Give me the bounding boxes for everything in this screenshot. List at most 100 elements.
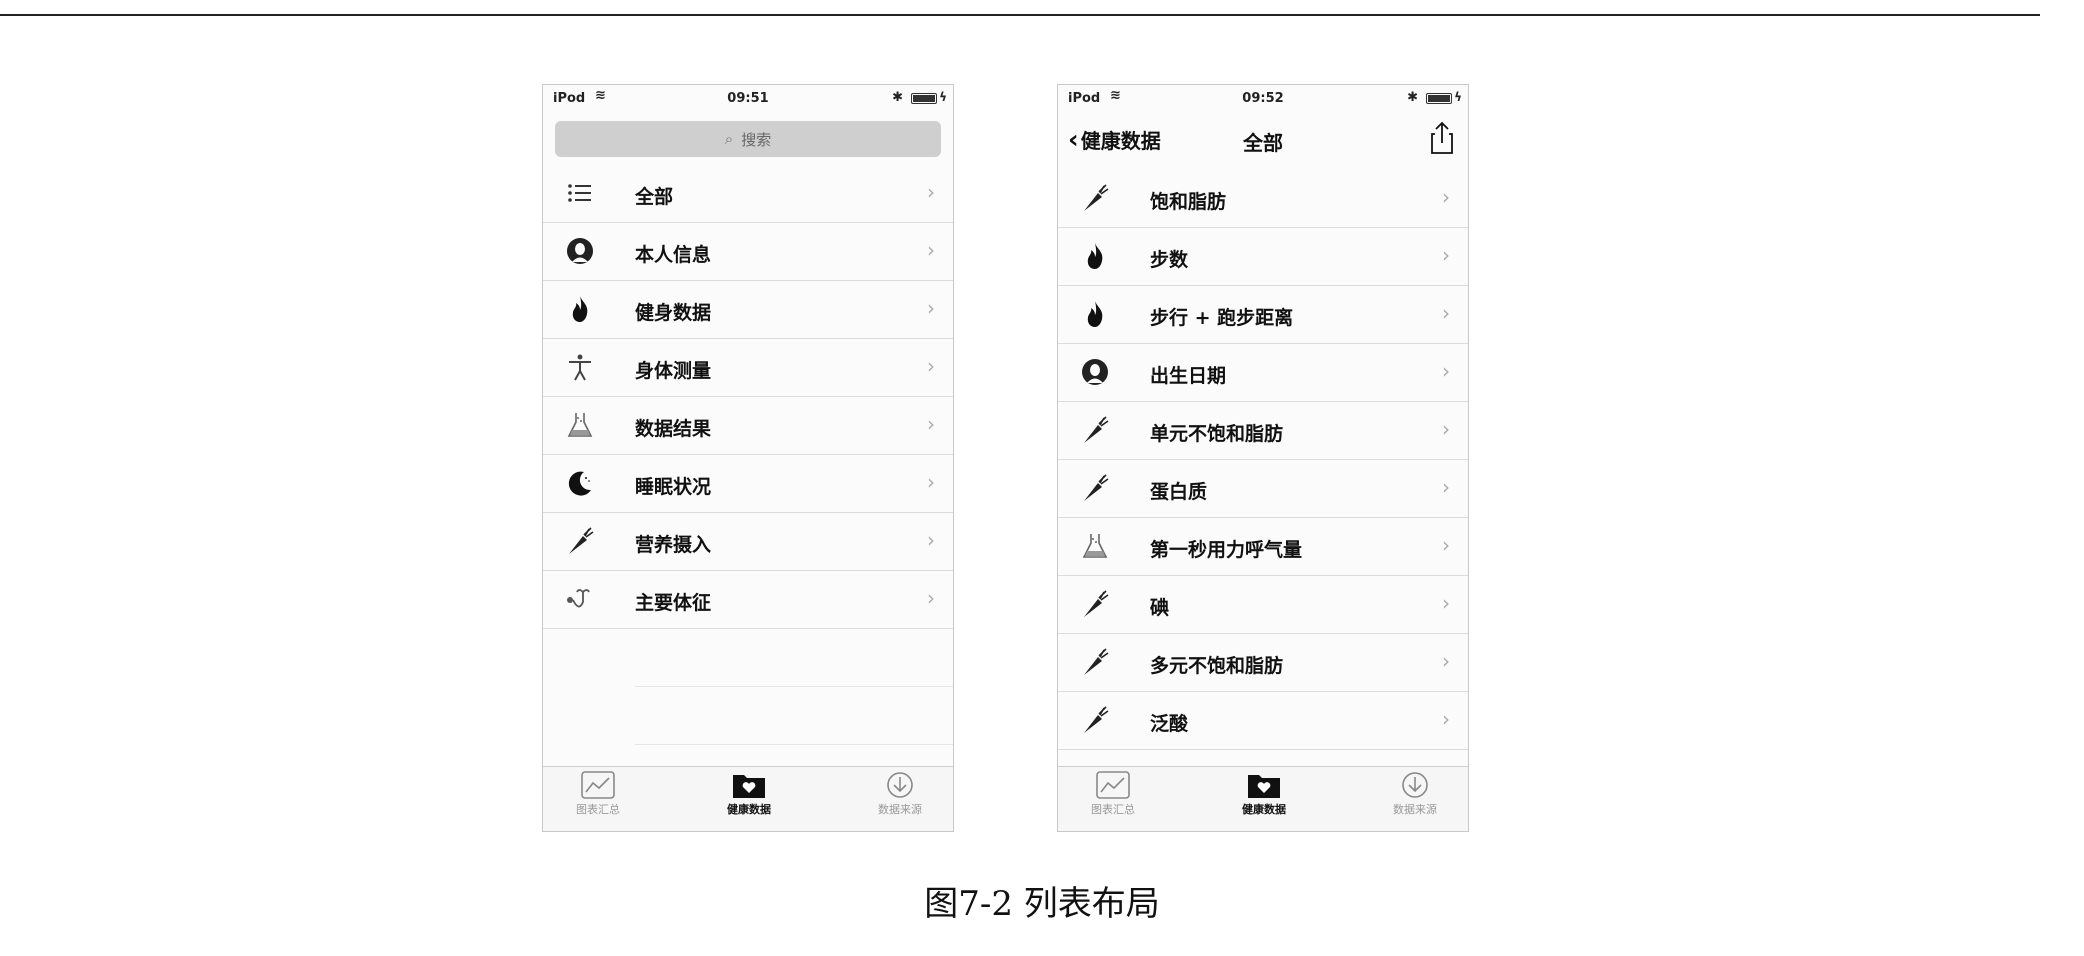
moon-icon <box>565 468 595 498</box>
tab-label: 健康数据 <box>727 803 771 816</box>
chevron-right-icon: › <box>1442 301 1450 325</box>
folder-heart-icon <box>694 771 804 799</box>
status-bar: iPod ≋ 09:51 ✱ ϟ <box>543 85 953 111</box>
list-item[interactable]: 第一秒用力呼气量 › <box>1058 518 1468 576</box>
tab-chart[interactable]: 图表汇总 <box>543 771 653 817</box>
list-item-label: 睡眠状况 <box>635 476 712 498</box>
download-icon <box>1360 771 1468 799</box>
chevron-right-icon: › <box>927 528 935 552</box>
chevron-right-icon: › <box>1442 475 1450 499</box>
tab-label: 图表汇总 <box>1091 803 1135 816</box>
page-top-rule <box>0 14 2040 16</box>
nav-title: 全部 <box>1243 131 1283 155</box>
charging-icon: ϟ <box>939 90 947 104</box>
share-icon[interactable] <box>1430 121 1454 155</box>
battery-icon <box>911 93 937 104</box>
chevron-right-icon: › <box>1442 707 1450 731</box>
tab-download[interactable]: 数据来源 <box>845 771 953 817</box>
bluetooth-icon: ✱ <box>892 90 903 105</box>
person-icon <box>1080 357 1110 387</box>
person-icon <box>565 236 595 266</box>
tab-bar: 图表汇总 健康数据 数据来源 <box>1058 766 1468 831</box>
search-placeholder: 搜索 <box>741 130 772 149</box>
data-type-list: 饱和脂肪 › 步数 › 步行 + 跑步距离 › 出生日期 › 单元不饱和脂肪 › 蛋白质 › 第一秒用力… <box>1058 170 1468 750</box>
status-bar: iPod ≋ 09:52 ✱ ϟ <box>1058 85 1468 111</box>
list-item[interactable]: 单元不饱和脂肪 › <box>1058 402 1468 460</box>
list-item-label: 营养摄入 <box>635 534 712 556</box>
search-icon: ⌕ <box>724 130 734 148</box>
tab-label: 健康数据 <box>1242 803 1286 816</box>
navigation-bar: ‹ 健康数据 全部 <box>1058 111 1468 167</box>
list-item[interactable]: 出生日期 › <box>1058 344 1468 402</box>
chevron-right-icon: › <box>1442 243 1450 267</box>
chevron-right-icon: › <box>1442 649 1450 673</box>
category-list: 全部 › 本人信息 › 健身数据 › 身体测量 › 数据结果 › 睡眠状况 › 营养摄入 › 主要体征 › <box>543 165 953 803</box>
empty-row-divider <box>635 629 953 687</box>
list-item-label: 主要体征 <box>635 592 712 614</box>
chevron-right-icon: › <box>927 470 935 494</box>
list-item[interactable]: 健身数据 › <box>543 281 953 339</box>
list-item-label: 单元不饱和脂肪 <box>1150 423 1284 445</box>
list-item[interactable]: 饱和脂肪 › <box>1058 170 1468 228</box>
flask-icon <box>1080 531 1110 561</box>
list-item-label: 饱和脂肪 <box>1150 191 1227 213</box>
list-item[interactable]: 步数 › <box>1058 228 1468 286</box>
search-bar[interactable]: ⌕ 搜索 <box>555 121 941 157</box>
list-item[interactable]: 碘 › <box>1058 576 1468 634</box>
carrot-icon <box>1080 473 1110 503</box>
list-item-label: 步数 <box>1150 249 1189 271</box>
tab-label: 数据来源 <box>1393 803 1437 816</box>
list-item-label: 本人信息 <box>635 244 712 266</box>
flame-icon <box>1080 299 1110 329</box>
tab-chart[interactable]: 图表汇总 <box>1058 771 1168 817</box>
flame-icon <box>565 294 595 324</box>
chevron-right-icon: › <box>927 354 935 378</box>
chevron-right-icon: › <box>927 586 935 610</box>
list-item[interactable]: 多元不饱和脂肪 › <box>1058 634 1468 692</box>
list-item[interactable]: 数据结果 › <box>543 397 953 455</box>
carrot-icon <box>1080 705 1110 735</box>
tab-bar: 图表汇总 健康数据 数据来源 <box>543 766 953 831</box>
empty-row-divider <box>635 687 953 745</box>
list-item[interactable]: 步行 + 跑步距离 › <box>1058 286 1468 344</box>
list-item[interactable]: 蛋白质 › <box>1058 460 1468 518</box>
right-phone-screen: iPod ≋ 09:52 ✱ ϟ ‹ 健康数据 全部 饱和脂肪 › 步数 › 步行 + … <box>1057 84 1469 832</box>
list-item-label: 出生日期 <box>1150 365 1227 387</box>
list-item-label: 多元不饱和脂肪 <box>1150 655 1284 677</box>
bluetooth-icon: ✱ <box>1407 90 1418 105</box>
list-item[interactable]: 全部 › <box>543 165 953 223</box>
carrot-icon <box>1080 647 1110 677</box>
list-icon <box>565 178 595 208</box>
list-item-label: 第一秒用力呼气量 <box>1150 539 1303 561</box>
chart-icon <box>543 771 653 799</box>
flame-icon <box>1080 241 1110 271</box>
chevron-right-icon: › <box>927 180 935 204</box>
flask-icon <box>565 410 595 440</box>
list-item-label: 健身数据 <box>635 302 712 324</box>
figure-caption: 图7-2 列表布局 <box>924 884 1160 924</box>
chevron-right-icon: › <box>1442 591 1450 615</box>
tab-download[interactable]: 数据来源 <box>1360 771 1468 817</box>
list-item[interactable]: 营养摄入 › <box>543 513 953 571</box>
list-item[interactable]: 本人信息 › <box>543 223 953 281</box>
list-item-label: 步行 + 跑步距离 <box>1150 307 1294 329</box>
download-icon <box>845 771 953 799</box>
tab-label: 数据来源 <box>878 803 922 816</box>
chevron-right-icon: › <box>927 296 935 320</box>
list-item-label: 身体测量 <box>635 360 712 382</box>
tab-label: 图表汇总 <box>576 803 620 816</box>
list-item-label: 数据结果 <box>635 418 712 440</box>
list-item[interactable]: 身体测量 › <box>543 339 953 397</box>
list-item[interactable]: 主要体征 › <box>543 571 953 629</box>
chevron-right-icon: › <box>1442 185 1450 209</box>
chevron-right-icon: › <box>927 238 935 262</box>
tab-folder-heart[interactable]: 健康数据 <box>694 771 804 817</box>
folder-heart-icon <box>1209 771 1319 799</box>
list-item[interactable]: 睡眠状况 › <box>543 455 953 513</box>
list-item[interactable]: 泛酸 › <box>1058 692 1468 750</box>
tab-folder-heart[interactable]: 健康数据 <box>1209 771 1319 817</box>
carrot-icon <box>1080 415 1110 445</box>
carrot-icon <box>1080 589 1110 619</box>
body-icon <box>565 352 595 382</box>
carrot-icon <box>1080 183 1110 213</box>
